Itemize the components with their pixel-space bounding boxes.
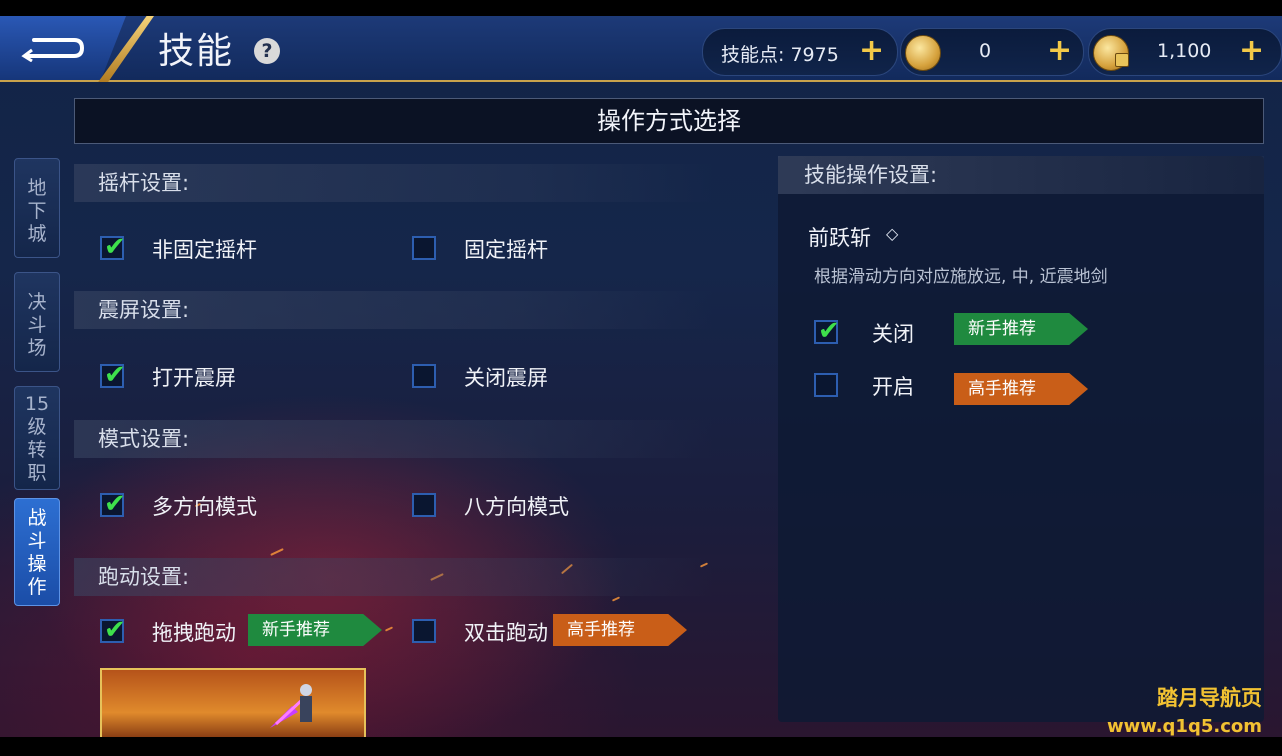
skill-settings-panel: 技能操作设置: 前跃斩 ◇ 根据滑动方向对应施放远, 中, 近震地剑 ✔ 关闭 … bbox=[778, 156, 1264, 722]
tab-dungeon-char: 下 bbox=[27, 200, 47, 222]
add-skill-points-button[interactable]: + bbox=[859, 36, 884, 66]
run-preview-image bbox=[100, 668, 366, 737]
expert-recommended-badge: 高手推荐 bbox=[954, 373, 1088, 405]
skill-screen: 技能 ? 技能点: 7975 + 0 + 1,100 + 操作方式选择 地 下 … bbox=[0, 16, 1282, 737]
tab-job-change[interactable]: 15 级 转 职 bbox=[14, 386, 60, 490]
gold-value: 0 bbox=[979, 40, 992, 62]
gold-coin-icon bbox=[905, 35, 941, 71]
checkbox[interactable]: ✔ bbox=[100, 489, 126, 519]
tab-dungeon-char: 地 bbox=[27, 177, 47, 199]
checkmark-icon: ✔ bbox=[104, 615, 126, 645]
joystick-section-heading: 摇杆设置: bbox=[74, 164, 714, 202]
tab-dungeon-char: 城 bbox=[27, 223, 47, 245]
option-label: 双击跑动 bbox=[464, 621, 548, 645]
option-label: 开启 bbox=[872, 375, 914, 399]
checkbox[interactable] bbox=[412, 619, 436, 643]
back-arrow-icon bbox=[21, 38, 84, 62]
skill-points-label: 技能点: 7975 bbox=[721, 44, 839, 66]
add-gold-button[interactable]: + bbox=[1047, 36, 1072, 66]
page-title: 技能 bbox=[158, 31, 235, 72]
letterbox-bottom bbox=[0, 737, 1282, 756]
checkbox[interactable] bbox=[412, 364, 436, 388]
skill-settings-heading: 技能操作设置: bbox=[778, 156, 1264, 194]
option-label: 拖拽跑动 bbox=[152, 621, 236, 645]
option-label: 打开震屏 bbox=[152, 366, 236, 390]
checkbox[interactable]: ✔ bbox=[100, 360, 126, 390]
tab-dungeon[interactable]: 地 下 城 bbox=[14, 158, 60, 258]
watermark-title: 踏月导航页 bbox=[1157, 686, 1262, 710]
mode-section-heading: 模式设置: bbox=[74, 420, 714, 458]
tab-job-change-char: 职 bbox=[27, 462, 47, 484]
diamond-icon: ◇ bbox=[886, 224, 899, 243]
skill-name: 前跃斩 bbox=[808, 226, 871, 250]
option-label: 多方向模式 bbox=[152, 495, 257, 519]
checkbox[interactable]: ✔ bbox=[814, 316, 840, 346]
top-bar: 技能 ? 技能点: 7975 + 0 + 1,100 + bbox=[0, 16, 1282, 82]
expert-recommended-badge: 高手推荐 bbox=[553, 614, 687, 646]
tab-arena-char: 斗 bbox=[27, 314, 47, 336]
tab-arena-char: 场 bbox=[27, 337, 47, 359]
checkbox[interactable]: ✔ bbox=[100, 232, 126, 262]
run-section-heading: 跑动设置: bbox=[74, 558, 714, 596]
character-figure-icon bbox=[270, 684, 312, 728]
tab-combat-controls-char: 斗 bbox=[27, 530, 47, 552]
locked-gold-pill: 1,100 + bbox=[1088, 28, 1282, 76]
option-label: 非固定摇杆 bbox=[152, 238, 257, 262]
checkmark-icon: ✔ bbox=[104, 360, 126, 390]
checkmark-icon: ✔ bbox=[104, 489, 126, 519]
tab-combat-controls[interactable]: 战 斗 操 作 bbox=[14, 498, 60, 606]
tab-arena-char: 决 bbox=[27, 291, 47, 313]
skill-description: 根据滑动方向对应施放远, 中, 近震地剑 bbox=[814, 267, 1108, 287]
beginner-recommended-badge: 新手推荐 bbox=[954, 313, 1088, 345]
option-label: 八方向模式 bbox=[464, 495, 569, 519]
shake-section-heading: 震屏设置: bbox=[74, 291, 714, 329]
letterbox-top bbox=[0, 0, 1282, 16]
skill-points-pill: 技能点: 7975 + bbox=[702, 28, 898, 76]
checkbox[interactable] bbox=[412, 493, 436, 517]
beginner-recommended-badge: 新手推荐 bbox=[248, 614, 382, 646]
checkmark-icon: ✔ bbox=[818, 316, 840, 346]
add-locked-gold-button[interactable]: + bbox=[1239, 36, 1264, 66]
option-label: 固定摇杆 bbox=[464, 238, 548, 262]
locked-gold-value: 1,100 bbox=[1157, 40, 1212, 62]
checkbox[interactable] bbox=[412, 236, 436, 260]
tab-job-change-char: 转 bbox=[27, 439, 47, 461]
lock-icon bbox=[1115, 53, 1129, 67]
tab-job-change-char: 15 bbox=[24, 393, 50, 415]
gold-pill: 0 + bbox=[900, 28, 1084, 76]
checkmark-icon: ✔ bbox=[104, 232, 126, 262]
checkbox[interactable]: ✔ bbox=[100, 615, 126, 645]
tab-arena[interactable]: 决 斗 场 bbox=[14, 272, 60, 372]
tab-job-change-char: 级 bbox=[27, 416, 47, 438]
tab-combat-controls-char: 操 bbox=[27, 553, 47, 575]
help-icon[interactable]: ? bbox=[254, 38, 280, 64]
option-label: 关闭 bbox=[872, 322, 914, 346]
checkbox[interactable] bbox=[814, 373, 838, 397]
tab-combat-controls-char: 作 bbox=[27, 576, 47, 598]
panel-title: 操作方式选择 bbox=[74, 98, 1264, 144]
tab-combat-controls-char: 战 bbox=[27, 507, 47, 529]
option-label: 关闭震屏 bbox=[464, 366, 548, 390]
watermark-url: www.q1q5.com bbox=[1106, 716, 1262, 737]
